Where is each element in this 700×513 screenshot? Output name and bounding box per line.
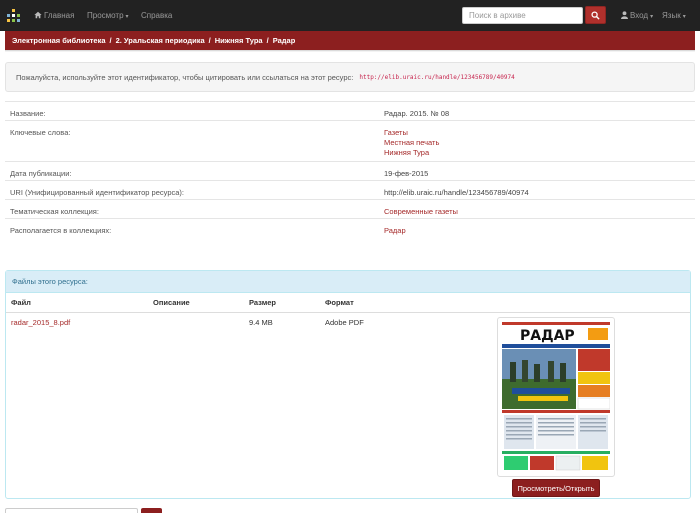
nav-browse-label: Просмотр <box>87 11 124 20</box>
citation-uri[interactable]: http://elib.uraic.ru/handle/123456789/40… <box>359 74 514 81</box>
metadata-label: Располагается в коллекциях: <box>10 226 112 235</box>
keyword-link[interactable]: Местная печать <box>384 138 439 148</box>
file-link[interactable]: radar_2015_8.pdf <box>11 318 70 327</box>
caret-down-icon: ▾ <box>650 14 654 20</box>
thumbnail-masthead: РАДАР <box>520 328 575 344</box>
metadata-row-date: Дата публикации: 19-фев-2015 <box>5 161 695 180</box>
metadata-row-uri: URI (Унифицированный идентификатор ресур… <box>5 180 695 199</box>
metadata-value: Газеты Местная печать Нижняя Тура <box>384 128 439 158</box>
newspaper-thumbnail-image: РАДАР <box>502 322 611 472</box>
metadata-value: Радар. 2015. № 08 <box>384 109 449 119</box>
breadcrumb-shadow <box>5 50 695 52</box>
dspace-logo-icon[interactable] <box>7 9 20 22</box>
files-panel-heading: Файлы этого ресурса: <box>6 271 690 293</box>
citation-text: Пожалуйста, используйте этот идентификат… <box>16 72 354 82</box>
search-input[interactable] <box>462 7 583 24</box>
metadata-label: Тематическая коллекция: <box>10 207 99 216</box>
file-size: 9.4 MB <box>249 318 273 327</box>
breadcrumb-item[interactable]: 2. Уральская периодика <box>116 36 205 45</box>
subject-collection-link[interactable]: Современные газеты <box>384 207 458 217</box>
metadata-label: Ключевые слова: <box>10 128 71 137</box>
column-header-format: Формат <box>325 298 354 307</box>
file-format: Adobe PDF <box>325 318 364 327</box>
breadcrumb-current: Радар <box>272 36 296 45</box>
top-navbar: Главная Просмотр▾ Справка Вход▾ Язык▾ <box>0 0 700 31</box>
metadata-value: Радар <box>384 226 406 236</box>
breadcrumb-separator: / <box>208 36 211 45</box>
nav-browse-dropdown[interactable]: Просмотр ▾ <box>87 11 129 20</box>
nav-help-link[interactable]: Справка <box>141 11 172 20</box>
column-header-description: Описание <box>153 298 190 307</box>
breadcrumb-item[interactable]: Электронная библиотека <box>12 36 106 45</box>
caret-down-icon: ▾ <box>682 14 686 20</box>
collection-link[interactable]: Радар <box>384 226 406 236</box>
metadata-value: http://elib.uraic.ru/handle/123456789/40… <box>384 188 529 198</box>
metadata-row-title: Название: Радар. 2015. № 08 <box>5 101 695 120</box>
search-icon <box>591 10 600 20</box>
breadcrumb-separator: / <box>266 36 269 45</box>
title-value: Радар. 2015. № 08 <box>384 109 450 118</box>
files-panel: Файлы этого ресурса: Файл Описание Разме… <box>5 270 691 499</box>
metadata-value: 19-фев-2015 <box>384 169 428 179</box>
metadata-table: Название: Радар. 2015. № 08 Ключевые сло… <box>5 101 695 237</box>
table-divider <box>6 312 690 313</box>
metadata-row-collections: Располагается в коллекциях: Радар <box>5 218 695 237</box>
metadata-label: Название: <box>10 109 46 118</box>
view-open-button[interactable]: Просмотреть/Открыть <box>512 479 600 497</box>
breadcrumb-item[interactable]: Нижняя Тура <box>215 36 263 45</box>
files-heading: Файлы этого ресурса: <box>12 277 88 286</box>
home-icon <box>34 11 42 19</box>
breadcrumb: Электронная библиотека / 2. Уральская пе… <box>5 31 695 50</box>
login-dropdown[interactable]: Вход ▾ <box>621 11 653 20</box>
metadata-value: Современные газеты <box>384 207 458 217</box>
metadata-row-subject-collection: Тематическая коллекция: Современные газе… <box>5 199 695 218</box>
column-header-size: Размер <box>249 298 277 307</box>
login-label: Вход <box>630 11 649 20</box>
nav-home-link[interactable]: Главная <box>34 11 74 20</box>
bottom-input[interactable] <box>5 508 138 513</box>
metadata-label: Дата публикации: <box>10 169 72 178</box>
breadcrumb-separator: / <box>109 36 112 45</box>
search-button[interactable] <box>585 6 606 24</box>
date-value: 19-фев-2015 <box>384 169 429 178</box>
language-label: Язык <box>662 11 681 20</box>
metadata-label: URI (Унифицированный идентификатор ресур… <box>10 188 184 197</box>
bottom-button[interactable] <box>141 508 162 513</box>
nav-help-label: Справка <box>141 11 173 20</box>
caret-down-icon: ▾ <box>125 14 129 20</box>
metadata-row-keywords: Ключевые слова: Газеты Местная печать Ни… <box>5 120 695 161</box>
language-dropdown[interactable]: Язык ▾ <box>662 11 686 20</box>
user-icon <box>621 11 628 19</box>
keyword-link[interactable]: Нижняя Тура <box>384 148 439 158</box>
citation-well: Пожалуйста, используйте этот идентификат… <box>5 62 695 92</box>
column-header-file: Файл <box>11 298 31 307</box>
nav-home-label: Главная <box>44 11 75 20</box>
keyword-link[interactable]: Газеты <box>384 128 439 138</box>
uri-value[interactable]: http://elib.uraic.ru/handle/123456789/40… <box>384 188 529 197</box>
file-thumbnail[interactable]: РАДАР <box>497 317 615 477</box>
